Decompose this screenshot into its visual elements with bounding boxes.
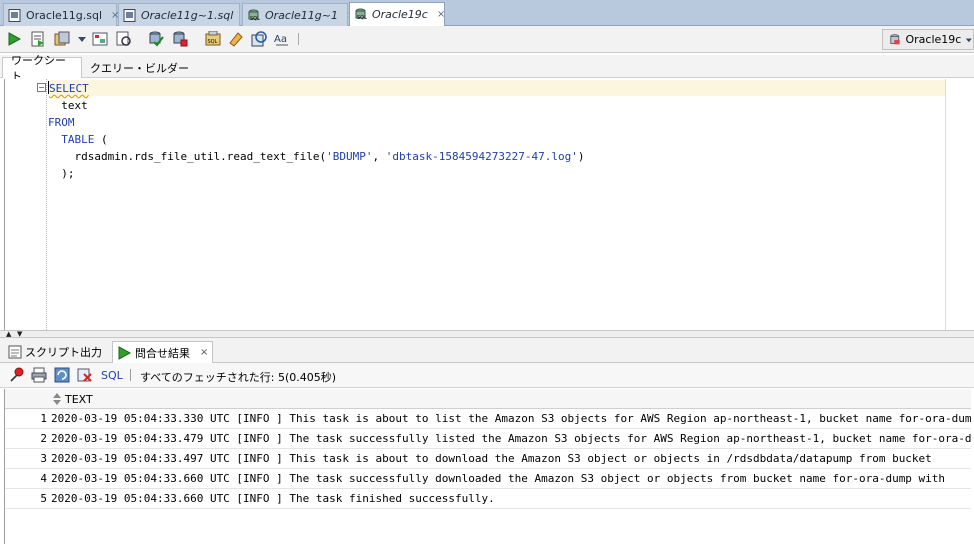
tab-label: Oracle19c (372, 8, 428, 21)
output-tab-bar: スクリプト出力 × 問合せ結果 × (0, 338, 974, 363)
sql-punct: ) (577, 150, 585, 163)
format-icon[interactable]: Aa (274, 31, 290, 47)
tab-label: 問合せ結果 (135, 346, 190, 360)
sql-link[interactable]: SQL (101, 369, 123, 382)
run-statement-icon[interactable] (6, 31, 22, 47)
tab-oracle11g-sql[interactable]: Oracle11g.sql × (3, 3, 119, 26)
svg-text:SQL: SQL (208, 39, 218, 45)
commit-icon[interactable] (148, 31, 164, 47)
db-connection-icon: SQL (248, 9, 260, 22)
worksheet-toolbar: SQL Aa Oracle19c (0, 26, 974, 53)
autotrace-icon[interactable] (54, 31, 70, 47)
sql-keyword: FROM (48, 116, 75, 129)
row-number: 5 (40, 492, 47, 505)
cell-text[interactable]: 2020-03-19 05:04:33.497 UTC [INFO ] This… (51, 452, 971, 465)
clear-icon[interactable] (228, 31, 244, 47)
run-statement-icon (118, 345, 131, 360)
sql-keyword: SELECT (49, 82, 89, 95)
sql-function-call: rdsadmin.rds_file_util.read_text_file( (48, 150, 327, 163)
chevron-down-icon[interactable] (74, 31, 90, 47)
cell-text[interactable]: 2020-03-19 05:04:33.330 UTC [INFO ] This… (51, 412, 971, 425)
sql-code: SELECT text FROM TABLE ( rdsadmin.rds_fi… (48, 80, 584, 182)
tab-query-builder[interactable]: クエリー・ビルダー (82, 57, 197, 78)
refresh-results-icon[interactable] (54, 367, 70, 383)
sql-punct: ); (48, 167, 75, 180)
cell-text[interactable]: 2020-03-19 05:04:33.660 UTC [INFO ] The … (51, 472, 971, 485)
row-number: 3 (40, 452, 47, 465)
tab-query-result[interactable]: 問合せ結果 × (112, 341, 214, 363)
toolbar-separator (130, 369, 131, 381)
explain-plan-icon[interactable] (92, 31, 108, 47)
tab-label: Oracle11g.sql (26, 8, 103, 22)
collapse-down-icon[interactable]: ▼ (17, 331, 22, 338)
pane-splitter[interactable]: ▲ ▼ (0, 330, 974, 338)
document-tab-bar: Oracle11g.sql × Oracle11g~1.sql × SQL Or… (0, 0, 974, 26)
sql-punct: ( (94, 133, 108, 146)
db-connection-icon: SQL (355, 8, 367, 21)
tab-label: スクリプト出力 (25, 346, 102, 359)
refresh-icon[interactable] (251, 31, 267, 47)
sql-keyword: TABLE (48, 133, 95, 146)
pin-icon[interactable] (9, 367, 25, 383)
tab-oracle11g-1[interactable]: SQL Oracle11g~1 × (242, 3, 355, 26)
connection-selector[interactable]: Oracle19c (882, 29, 974, 50)
sql-identifier: text (48, 99, 88, 112)
svg-text:Aa: Aa (274, 34, 287, 45)
cell-text[interactable]: 2020-03-19 05:04:33.660 UTC [INFO ] The … (51, 492, 971, 505)
sql-file-icon (8, 8, 21, 22)
result-grid[interactable]: TEXT 1 2020-03-19 05:04:33.330 UTC [INFO… (4, 389, 974, 544)
tab-worksheet[interactable]: ワークシート (2, 54, 82, 83)
db-connection-icon (890, 34, 900, 45)
tab-label: Oracle11g~1.sql (141, 8, 234, 22)
run-script-icon[interactable] (30, 31, 46, 47)
column-header-text[interactable]: TEXT (65, 393, 93, 406)
right-margin-line (945, 79, 946, 330)
sql-history-icon[interactable]: SQL (205, 31, 221, 47)
rollback-icon[interactable] (172, 31, 188, 47)
close-icon[interactable]: × (437, 9, 445, 20)
tab-script-output[interactable]: スクリプト出力 × (4, 341, 124, 363)
row-number: 4 (40, 472, 47, 485)
close-icon[interactable]: × (200, 347, 208, 358)
table-row[interactable]: 5 2020-03-19 05:04:33.660 UTC [INFO ] Th… (5, 489, 971, 509)
editor-subtabs: ワークシート クエリー・ビルダー (0, 54, 974, 83)
fold-toggle-icon[interactable]: − (37, 83, 46, 92)
tab-oracle19c[interactable]: SQL Oracle19c × (349, 2, 445, 26)
sql-tuning-icon[interactable] (116, 31, 132, 47)
row-number: 1 (40, 412, 47, 425)
tab-label: Oracle11g~1 (265, 8, 338, 22)
tab-oracle11g-1-sql[interactable]: Oracle11g~1.sql × (118, 3, 251, 26)
sql-punct: , (372, 150, 386, 163)
cancel-fetch-icon[interactable] (77, 367, 93, 383)
table-row[interactable]: 2 2020-03-19 05:04:33.479 UTC [INFO ] Th… (5, 429, 971, 449)
connection-name: Oracle19c (905, 33, 962, 46)
collapse-up-icon[interactable]: ▲ (6, 331, 11, 338)
print-icon[interactable] (31, 367, 47, 383)
sql-file-icon (123, 8, 136, 22)
table-row[interactable]: 4 2020-03-19 05:04:33.660 UTC [INFO ] Th… (5, 469, 971, 489)
sql-string: 'dbtask-1584594273227-47.log' (385, 150, 578, 163)
sql-string: 'BDUMP' (326, 150, 373, 163)
sql-editor[interactable]: − SELECT text FROM TABLE ( rdsadmin.rds_… (4, 79, 974, 330)
svg-text:SQL: SQL (357, 15, 367, 21)
row-number: 2 (40, 432, 47, 445)
table-row[interactable]: 1 2020-03-19 05:04:33.330 UTC [INFO ] Th… (5, 409, 971, 429)
cell-text[interactable]: 2020-03-19 05:04:33.479 UTC [INFO ] The … (51, 432, 971, 445)
result-toolbar: SQL すべてのフェッチされた行: 5(0.405秒) (0, 363, 974, 388)
fetch-status: すべてのフェッチされた行: 5(0.405秒) (140, 371, 337, 384)
sort-icon[interactable] (53, 393, 61, 405)
chevron-down-icon (966, 37, 973, 42)
grid-header: TEXT (5, 389, 971, 409)
table-row[interactable]: 3 2020-03-19 05:04:33.497 UTC [INFO ] Th… (5, 449, 971, 469)
svg-text:SQL: SQL (250, 16, 260, 22)
gutter-divider (46, 79, 47, 330)
toolbar-separator (298, 33, 299, 45)
script-output-icon (8, 345, 22, 359)
